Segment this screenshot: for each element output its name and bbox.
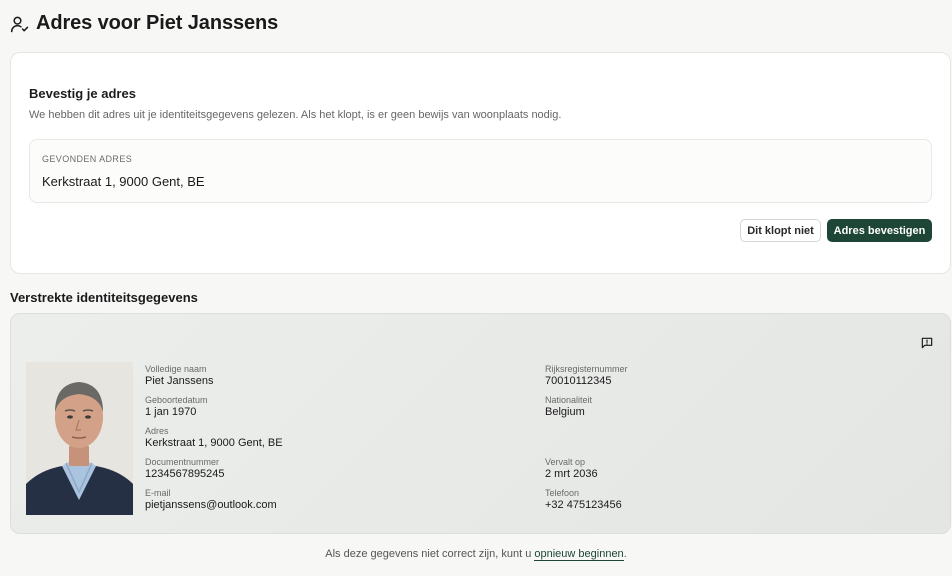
field-value: 1234567895245 <box>145 468 225 480</box>
field-expiry-date: Vervalt op 2 mrt 2036 <box>545 457 598 481</box>
found-address-value: Kerkstraat 1, 9000 Gent, BE <box>42 174 205 189</box>
id-photo <box>26 362 133 515</box>
field-document-number: Documentnummer 1234567895245 <box>145 457 225 481</box>
field-label: Rijksregisternummer <box>545 364 628 374</box>
found-address-box: GEVONDEN ADRES Kerkstraat 1, 9000 Gent, … <box>29 139 932 203</box>
field-value: +32 475123456 <box>545 499 622 511</box>
field-label: Geboortedatum <box>145 395 208 405</box>
confirm-title: Bevestig je adres <box>29 86 136 101</box>
field-value: 2 mrt 2036 <box>545 468 598 480</box>
field-label: Telefoon <box>545 488 580 498</box>
field-value: Piet Janssens <box>145 375 214 387</box>
footer-text: Als deze gegevens niet correct zijn, kun… <box>325 548 535 560</box>
field-national-register-number: Rijksregisternummer 70010112345 <box>545 364 628 388</box>
footer-end: . <box>623 548 627 560</box>
field-email: E-mail pietjanssens@outlook.com <box>145 488 277 512</box>
field-address: Adres Kerkstraat 1, 9000 Gent, BE <box>145 426 283 450</box>
field-label: Volledige naam <box>145 364 207 374</box>
field-value: 1 jan 1970 <box>145 406 197 418</box>
page-header: Adres voor Piet Janssens <box>10 12 278 35</box>
field-full-name: Volledige naam Piet Janssens <box>145 364 213 388</box>
field-label: Documentnummer <box>145 457 220 467</box>
user-check-icon <box>10 16 29 32</box>
found-address-label: GEVONDEN ADRES <box>42 154 133 164</box>
confirm-subtitle: We hebben dit adres uit je identiteitsge… <box>29 109 562 121</box>
field-value: pietjanssens@outlook.com <box>145 499 277 511</box>
page-title: Adres voor Piet Janssens <box>36 12 279 34</box>
field-phone: Telefoon +32 475123456 <box>545 488 622 512</box>
field-birth-date: Geboortedatum 1 jan 1970 <box>145 395 208 419</box>
message-alert-icon[interactable] <box>920 336 934 350</box>
field-value: Belgium <box>545 406 585 418</box>
field-nationality: Nationaliteit Belgium <box>545 395 592 419</box>
identity-section-title: Verstrekte identiteitsgegevens <box>10 290 198 305</box>
field-value: Kerkstraat 1, 9000 Gent, BE <box>145 437 283 449</box>
field-value: 70010112345 <box>545 375 612 387</box>
confirm-address-button[interactable]: Adres bevestigen <box>827 219 932 242</box>
reject-address-button[interactable]: Dit klopt niet <box>740 219 821 242</box>
restart-link[interactable]: opnieuw beginnen <box>534 548 624 561</box>
field-label: E-mail <box>145 488 171 498</box>
field-label: Nationaliteit <box>545 395 593 405</box>
confirm-address-card: Bevestig je adres We hebben dit adres ui… <box>10 52 951 274</box>
field-label: Vervalt op <box>545 457 586 467</box>
footer-note: Als deze gegevens niet correct zijn, kun… <box>0 548 952 561</box>
identity-card: Volledige naam Piet Janssens Geboortedat… <box>10 313 951 534</box>
field-label: Adres <box>145 426 169 436</box>
